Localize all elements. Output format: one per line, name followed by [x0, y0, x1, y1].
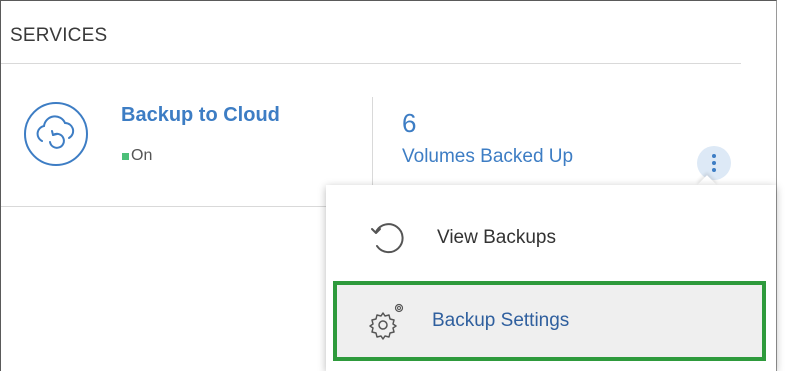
- kebab-dot: [712, 154, 716, 158]
- volumes-count: 6: [402, 108, 417, 138]
- actions-menu: View Backups Backup Settings: [326, 185, 776, 371]
- status-label: On: [131, 147, 153, 164]
- service-name[interactable]: Backup to Cloud: [121, 104, 280, 127]
- section-title: SERVICES: [10, 25, 108, 46]
- menu-item-label: Backup Settings: [432, 310, 570, 331]
- cloud-refresh-icon: [23, 101, 89, 167]
- status-on-indicator: [122, 152, 129, 160]
- menu-item-label: View Backups: [437, 227, 556, 248]
- divider: [1, 206, 341, 207]
- kebab-dot: [712, 168, 716, 172]
- gear-icon: [367, 301, 407, 341]
- history-icon: [367, 218, 407, 258]
- kebab-dot: [712, 161, 716, 165]
- divider: [1, 63, 741, 64]
- menu-item-view-backups[interactable]: View Backups: [326, 193, 776, 283]
- menu-item-backup-settings[interactable]: Backup Settings: [333, 281, 766, 361]
- service-status: On: [122, 147, 152, 165]
- vertical-divider: [372, 97, 373, 187]
- more-actions-button[interactable]: [697, 146, 731, 180]
- volumes-label[interactable]: Volumes Backed Up: [402, 146, 573, 168]
